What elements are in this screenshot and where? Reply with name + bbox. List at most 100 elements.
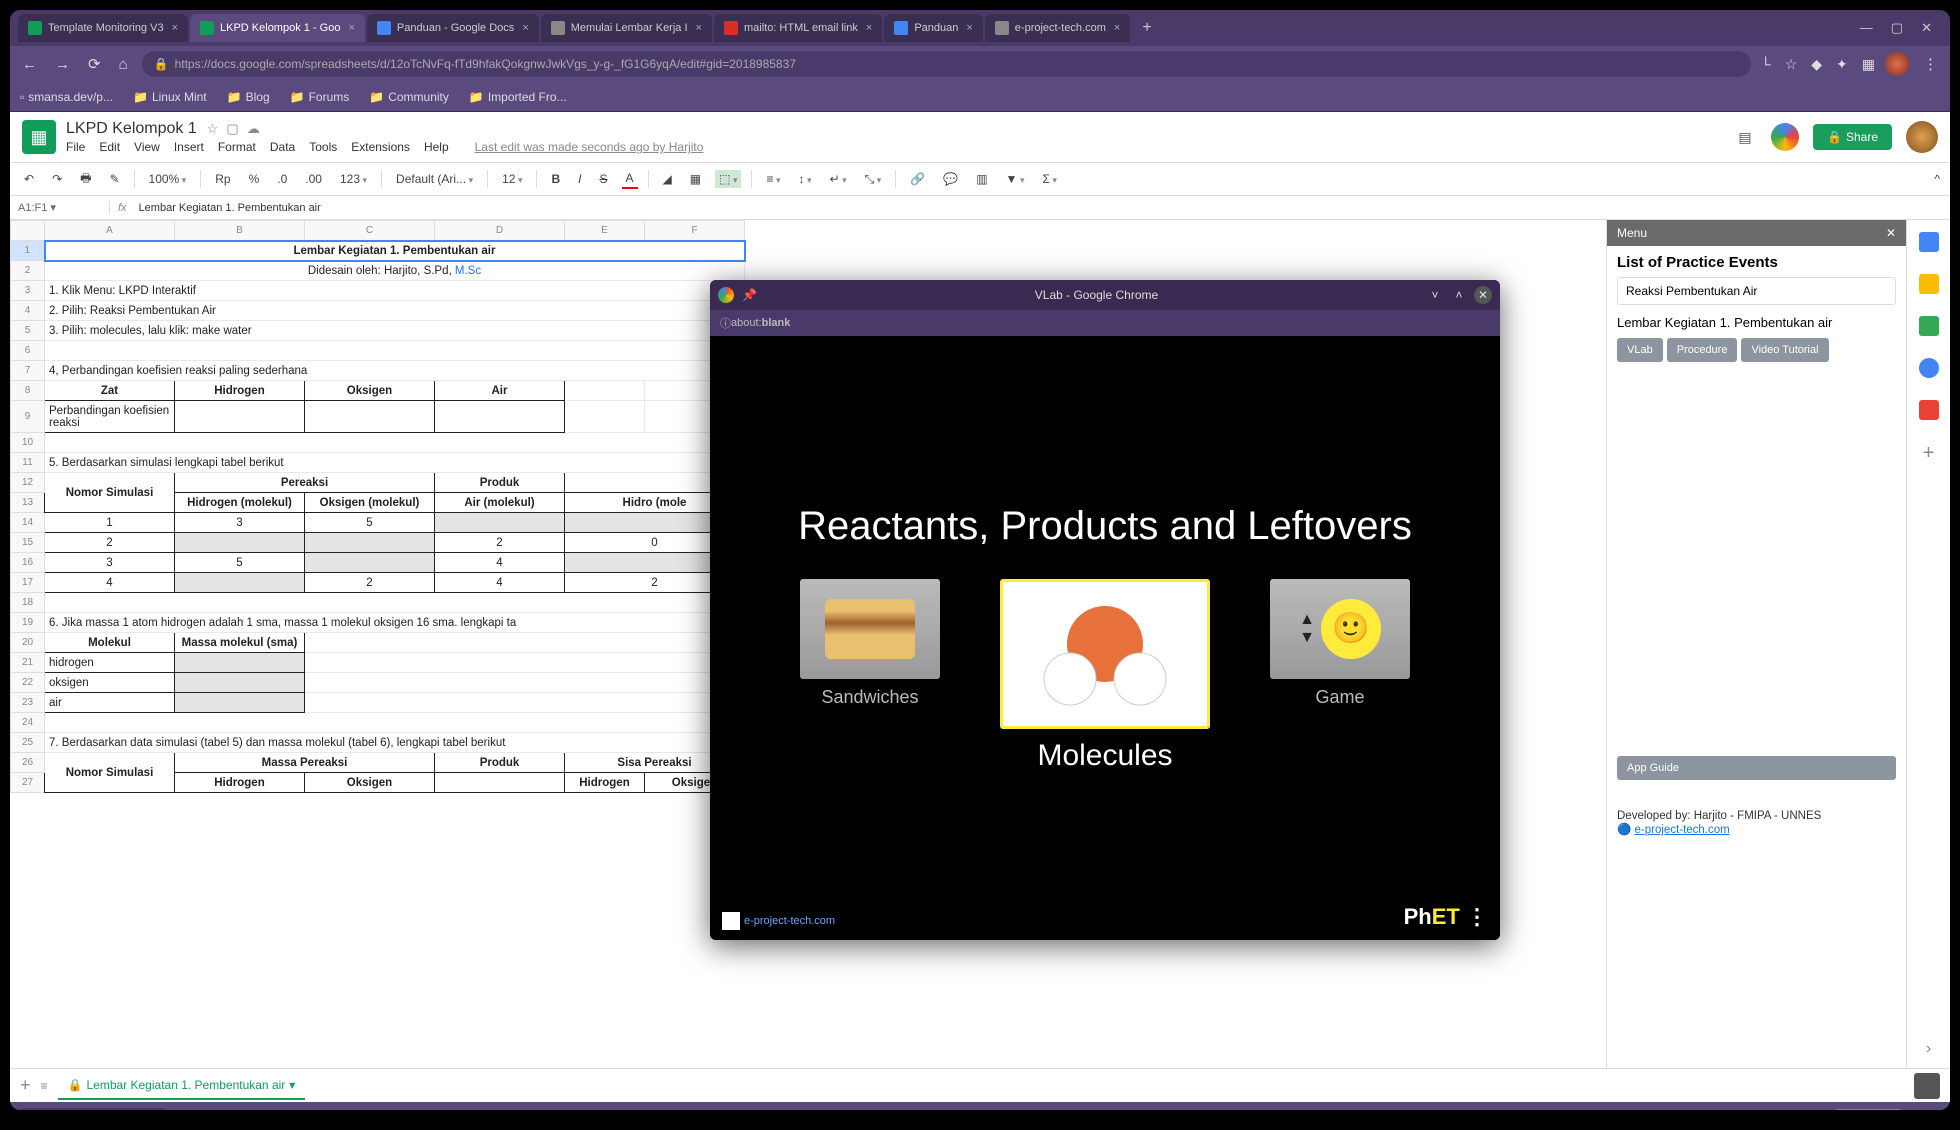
close-icon[interactable]: × — [696, 22, 702, 34]
bookmark-link[interactable]: 📁Community — [369, 90, 449, 104]
app-guide-button[interactable]: App Guide — [1617, 756, 1896, 780]
vlab-button[interactable]: VLab — [1617, 338, 1663, 362]
functions-button[interactable]: Σ — [1038, 170, 1060, 188]
cell-reference-input[interactable]: A1:F1 ▾ — [10, 201, 110, 214]
menu-format[interactable]: Format — [218, 140, 256, 154]
share-button[interactable]: 🔒Share — [1813, 124, 1892, 150]
rotate-button[interactable]: ⤡ — [861, 170, 886, 189]
explore-button[interactable] — [1914, 1073, 1940, 1099]
url-input[interactable]: 🔒https://docs.google.com/spreadsheets/d/… — [142, 51, 1751, 77]
tasks-icon[interactable] — [1919, 316, 1939, 336]
tab-6[interactable]: e-project-tech.com× — [985, 14, 1131, 42]
menu-button[interactable]: ⋮ — [1919, 55, 1942, 73]
redo-button[interactable]: ↷ — [48, 170, 66, 188]
bookmark-link[interactable]: 📁Blog — [227, 90, 270, 104]
user-avatar[interactable] — [1906, 121, 1938, 153]
tab-1[interactable]: LKPD Kelompok 1 - Goo× — [190, 14, 365, 42]
collapse-sidebar-button[interactable]: › — [1926, 1040, 1931, 1058]
close-icon[interactable]: ✕ — [1474, 286, 1492, 304]
close-icon[interactable]: × — [866, 22, 872, 34]
reload-button[interactable]: ⟳ — [84, 55, 105, 73]
add-sheet-button[interactable]: + — [20, 1075, 31, 1096]
show-all-button[interactable]: Show all — [1835, 1109, 1902, 1110]
keep-icon[interactable] — [1919, 274, 1939, 294]
move-icon[interactable]: ▢ — [226, 121, 238, 137]
eproject-link[interactable]: e-project-tech.com — [722, 912, 835, 930]
menu-tools[interactable]: Tools — [309, 140, 337, 154]
minimize-icon[interactable]: ˅ — [1426, 286, 1444, 304]
phet-logo[interactable]: PhET ⋮ — [1404, 904, 1488, 930]
filter-button[interactable]: ▼ — [1002, 170, 1029, 188]
maximize-icon[interactable]: ˄ — [1450, 286, 1468, 304]
add-addon-button[interactable]: + — [1923, 442, 1935, 465]
percent-button[interactable]: % — [245, 170, 264, 188]
download-item[interactable]: 🖼1-1.png^ — [20, 1108, 166, 1110]
share-icon[interactable]: └ — [1761, 56, 1771, 73]
close-icon[interactable]: ✕ — [1921, 20, 1932, 36]
dec-increase-button[interactable]: .00 — [301, 170, 326, 188]
print-button[interactable]: 🖶 — [76, 167, 95, 192]
comment-button[interactable]: 💬 — [939, 170, 962, 188]
chart-button[interactable]: ▥ — [972, 170, 991, 188]
formula-input[interactable]: Lembar Kegiatan 1. Pembentukan air — [135, 202, 325, 214]
extension-icon[interactable]: ◆ — [1811, 56, 1822, 73]
all-sheets-button[interactable]: ≡ — [41, 1079, 48, 1093]
cloud-icon[interactable]: ☁ — [247, 121, 260, 137]
puzzle-icon[interactable]: ✦ — [1836, 56, 1848, 73]
italic-button[interactable]: I — [574, 170, 585, 188]
last-edit-label[interactable]: Last edit was made seconds ago by Harjit… — [475, 140, 704, 154]
meet-icon[interactable] — [1771, 123, 1799, 151]
paint-format-button[interactable]: ✎ — [105, 170, 123, 188]
menu-insert[interactable]: Insert — [174, 140, 204, 154]
font-size-select[interactable]: 12 — [498, 170, 526, 188]
maximize-icon[interactable]: ▢ — [1891, 20, 1903, 36]
font-select[interactable]: Default (Ari... — [392, 170, 477, 188]
collapse-toolbar-button[interactable]: ^ — [1934, 172, 1940, 186]
sim-card-sandwiches[interactable]: Sandwiches — [800, 579, 940, 708]
undo-button[interactable]: ↶ — [20, 170, 38, 188]
close-icon[interactable]: ✕ — [1886, 226, 1896, 240]
strike-button[interactable]: S — [596, 170, 612, 188]
contacts-icon[interactable] — [1919, 358, 1939, 378]
calendar-icon[interactable] — [1919, 232, 1939, 252]
simulation-canvas[interactable]: Reactants, Products and Leftovers Sandwi… — [710, 336, 1500, 940]
currency-button[interactable]: Rp — [211, 170, 234, 188]
sim-card-game[interactable]: ▲▼ 🙂 Game — [1270, 579, 1410, 708]
procedure-button[interactable]: Procedure — [1667, 338, 1738, 362]
tab-4[interactable]: mailto: HTML email link× — [714, 14, 882, 42]
menu-file[interactable]: File — [66, 140, 85, 154]
borders-button[interactable]: ▦ — [686, 170, 705, 188]
halign-button[interactable]: ≡ — [762, 170, 784, 188]
close-icon[interactable]: × — [522, 22, 528, 34]
close-icon[interactable]: × — [172, 22, 178, 34]
merge-button[interactable]: ⬚ — [715, 170, 741, 188]
fill-color-button[interactable]: ◢ — [659, 170, 676, 188]
menu-help[interactable]: Help — [424, 140, 449, 154]
close-icon[interactable]: × — [1114, 22, 1120, 34]
sim-card-molecules[interactable]: Molecules — [1000, 579, 1210, 773]
bookmark-link[interactable]: 📁Forums — [290, 90, 350, 104]
bookmark-link[interactable]: 📁Linux Mint — [133, 90, 207, 104]
link-button[interactable]: 🔗 — [906, 170, 929, 188]
bold-button[interactable]: B — [547, 170, 564, 188]
menu-data[interactable]: Data — [270, 140, 295, 154]
forward-button[interactable]: → — [51, 56, 74, 73]
minimize-icon[interactable]: — — [1860, 20, 1873, 36]
tab-5[interactable]: Panduan× — [884, 14, 982, 42]
zoom-select[interactable]: 100% — [145, 170, 191, 188]
dec-decrease-button[interactable]: .0 — [273, 170, 291, 188]
close-icon[interactable]: × — [966, 22, 972, 34]
eproject-link[interactable]: e-project-tech.com — [1635, 824, 1730, 836]
practice-event-item[interactable]: Reaksi Pembentukan Air — [1617, 277, 1896, 305]
sheet-tab[interactable]: 🔒Lembar Kegiatan 1. Pembentukan air ▾ — [58, 1072, 306, 1100]
popup-address-bar[interactable]: ⓘ about:blank — [710, 310, 1500, 336]
new-tab-button[interactable]: + — [1132, 19, 1161, 37]
bookmark-link[interactable]: 📁Imported Fro... — [469, 90, 567, 104]
bookmark-icon[interactable]: ☆ — [1785, 56, 1798, 73]
home-button[interactable]: ⌂ — [115, 56, 132, 73]
maps-icon[interactable] — [1919, 400, 1939, 420]
more-formats-button[interactable]: 123 — [336, 170, 371, 188]
video-tutorial-button[interactable]: Video Tutorial — [1741, 338, 1828, 362]
comments-icon[interactable]: ▤ — [1733, 125, 1757, 149]
close-icon[interactable]: × — [348, 22, 354, 34]
